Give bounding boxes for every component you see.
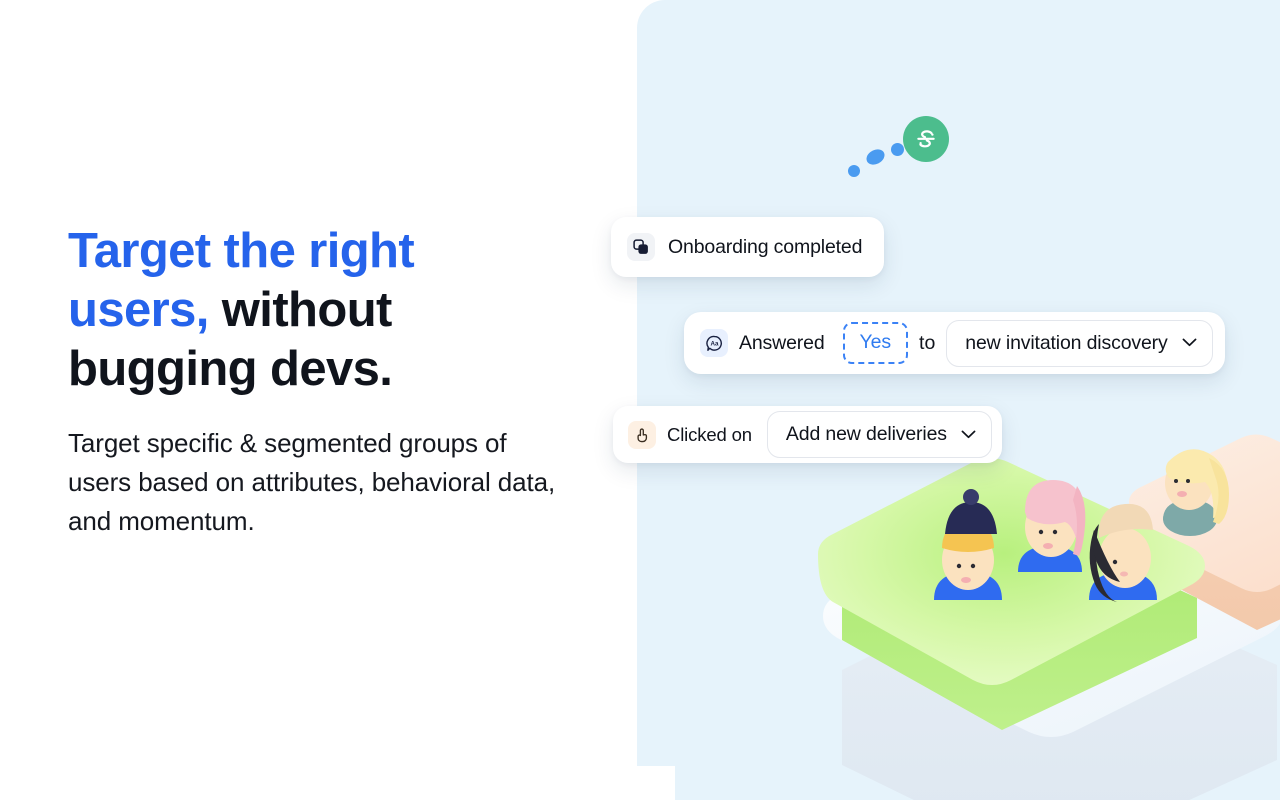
- chevron-down-icon[interactable]: [1182, 334, 1197, 352]
- hero-text-column: Target the right users, without bugging …: [0, 0, 600, 800]
- deliveries-select[interactable]: Add new deliveries: [766, 411, 992, 458]
- svg-text:Aa: Aa: [710, 340, 718, 347]
- panel-notch-shape: [637, 700, 677, 766]
- trail-dot-small: [848, 165, 860, 177]
- app-logo-icon: [917, 130, 935, 148]
- answer-token-yes[interactable]: Yes: [842, 322, 909, 364]
- survey-select[interactable]: new invitation discovery: [946, 319, 1213, 367]
- card-onboarding-completed[interactable]: Onboarding completed: [611, 217, 885, 277]
- isometric-illustration: [637, 0, 1280, 800]
- trail-dot-medium: [863, 146, 888, 168]
- chevron-down-icon[interactable]: [961, 426, 976, 444]
- hero-section: Target the right users, without bugging …: [0, 0, 1280, 800]
- card-answered-label: Answered: [739, 331, 825, 354]
- connector-to: to: [919, 331, 936, 354]
- card-clicked-label: Clicked on: [667, 423, 752, 445]
- deliveries-select-value: Add new deliveries: [785, 423, 947, 445]
- decorative-blue-panel: [637, 0, 1280, 800]
- duplicate-squares-icon: [627, 233, 655, 261]
- app-logo-badge: [903, 116, 949, 162]
- panel-main-shape: [637, 0, 1280, 766]
- page-title: Target the right users, without bugging …: [68, 222, 538, 399]
- hero-description: Target specific & segmented groups of us…: [68, 428, 556, 536]
- trail-dot-large: [891, 143, 904, 156]
- speech-bubble-text-icon: Aa: [700, 329, 728, 357]
- pointing-hand-icon: [628, 420, 656, 449]
- survey-select-value: new invitation discovery: [965, 331, 1168, 354]
- panel-foot-shape: [675, 700, 1280, 800]
- card-answered-question[interactable]: Aa Answered Yes to new invitation discov…: [684, 312, 1225, 374]
- card-onboarding-label: Onboarding completed: [668, 235, 863, 258]
- card-clicked-on[interactable]: Clicked on Add new deliveries: [613, 406, 1002, 463]
- panel-notch-cover: [637, 766, 675, 800]
